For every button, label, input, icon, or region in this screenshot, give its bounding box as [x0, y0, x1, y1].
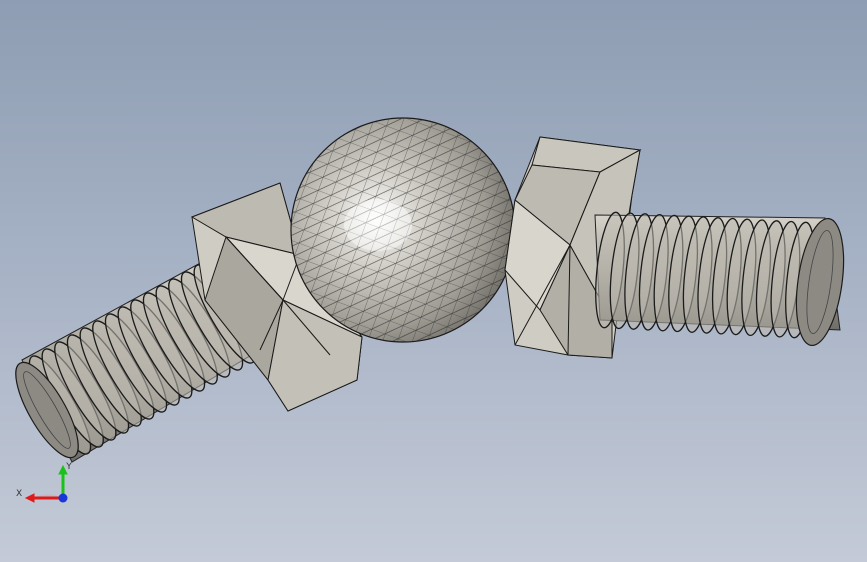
axis-triad: Y X [16, 462, 72, 503]
z-axis-dot [58, 493, 68, 503]
threaded-shaft-right [594, 211, 845, 347]
x-axis-label: X [16, 489, 22, 499]
x-arrowhead [24, 493, 35, 503]
graphics-viewport[interactable]: Y X [0, 0, 867, 562]
cad-model[interactable] [0, 0, 867, 562]
ball [290, 117, 516, 343]
y-axis-label: Y [65, 462, 72, 472]
